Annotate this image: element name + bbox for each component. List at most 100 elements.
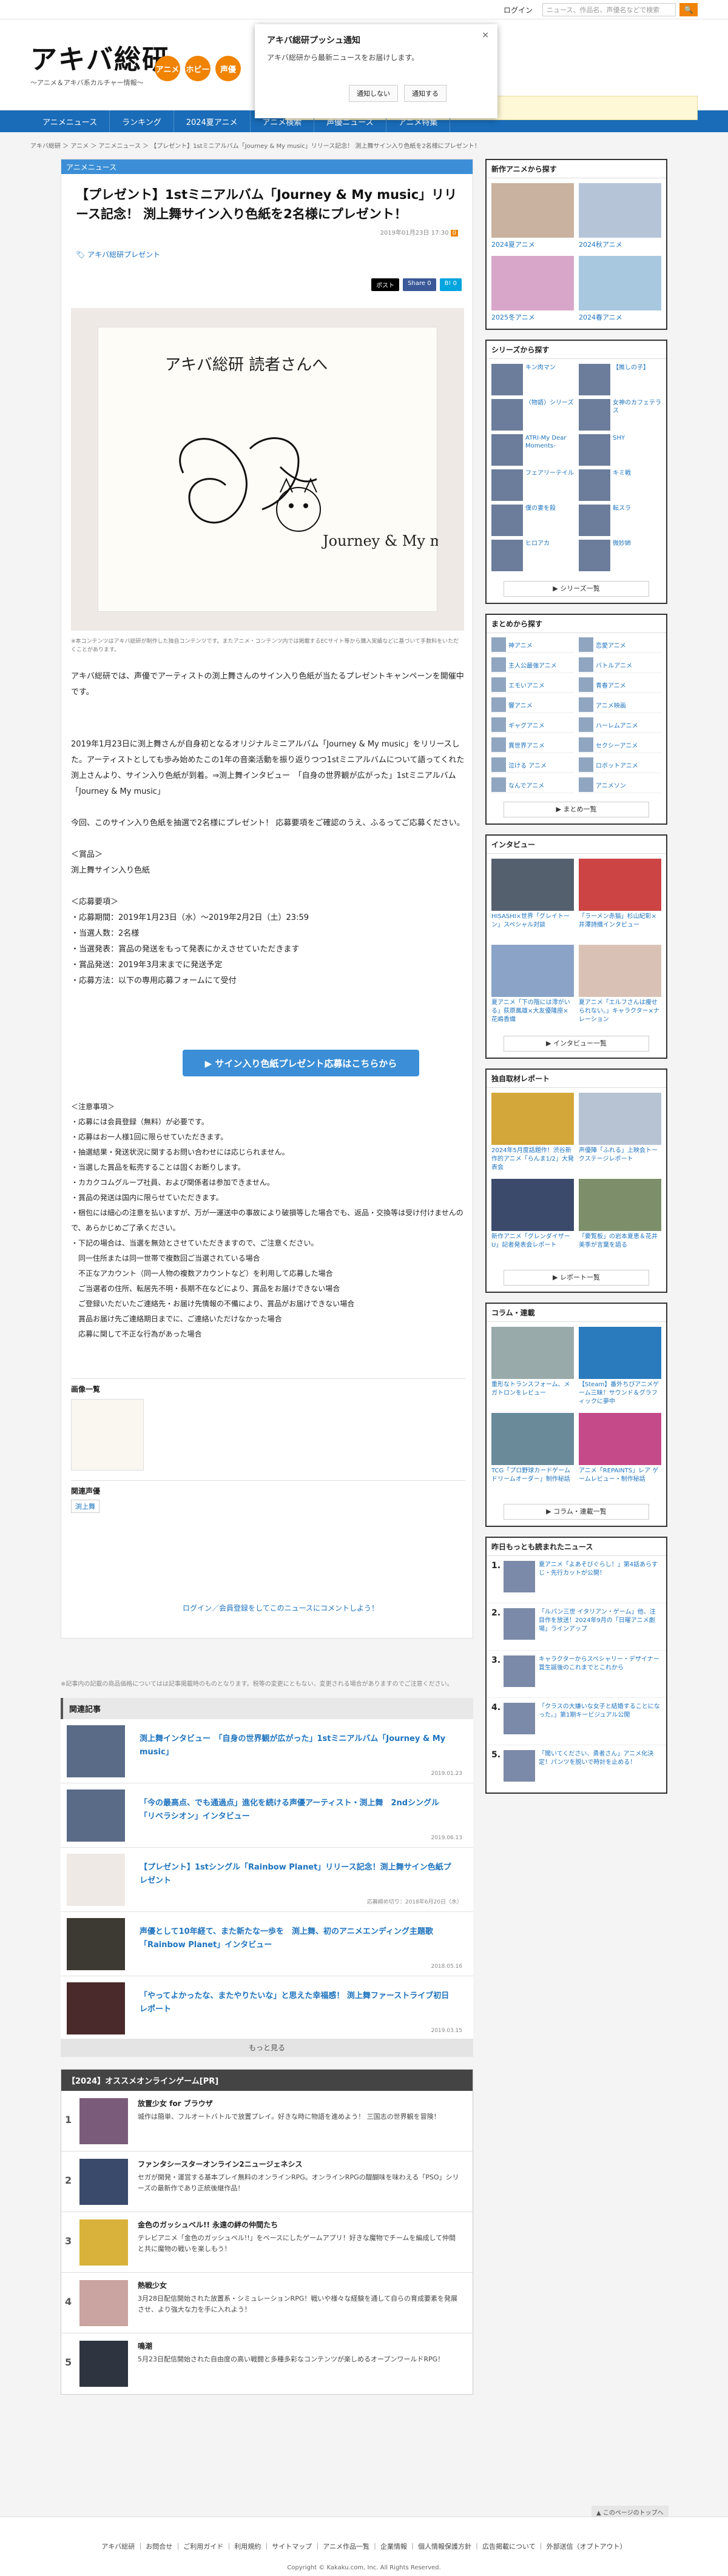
breadcrumb[interactable]: アキバ総研 ＞ アニメ ＞ アニメニュース ＞ 【プレゼント】1stミニアルバム… <box>30 132 698 155</box>
related-item[interactable]: 渕上舞インタビュー 「自身の世界観が広がった」1stミニアルバム「Journey… <box>61 1719 473 1783</box>
matome-link[interactable]: 神アニメ <box>491 637 574 653</box>
series-link[interactable]: 女神のカフェテラス <box>579 399 661 431</box>
matome-link[interactable]: 響アニメ <box>491 697 574 713</box>
ranking-item[interactable]: 3. キャラクターからスペシャリー・デザイナー賞生誕後のこれまでとこれから <box>487 1651 666 1698</box>
related-item[interactable]: 【プレゼント】1stシングル「Rainbow Planet」リリース記念！渕上舞… <box>61 1848 473 1912</box>
series-link[interactable]: キミ戦 <box>579 469 661 501</box>
series-link[interactable]: 僕の妻を殺 <box>491 505 574 536</box>
interview-link[interactable]: 「ラーメン赤猫」杉山紀彰×井澤詩織インタビュー <box>579 859 661 940</box>
season-link[interactable]: 2025冬アニメ <box>491 256 574 324</box>
article-tag[interactable]: 🏷 アキバ総研プレゼント <box>76 249 458 260</box>
interview-link[interactable]: HISASHI×世界「グレイトーン」スペシャル対談 <box>491 859 574 940</box>
allow-button[interactable]: 通知する <box>404 85 447 102</box>
related-thumbnail[interactable] <box>67 1982 125 2034</box>
related-thumbnail[interactable] <box>67 1789 125 1842</box>
game-item[interactable]: 4 熱戦少女 3月28日配信開始された放置系・シミュレーションRPG！戦いや様々な経… <box>61 2273 473 2333</box>
game-thumbnail[interactable] <box>79 2098 128 2144</box>
matome-list-button[interactable]: ▶ まとめ一覧 <box>504 802 649 817</box>
season-link[interactable]: 2024秋アニメ <box>579 183 661 251</box>
report-link[interactable]: 声優陣「ふれる」上映会トークステージレポート <box>579 1093 661 1174</box>
matome-link[interactable]: 主人公最強アニメ <box>491 657 574 673</box>
nav-anime-news[interactable]: アニメニュース <box>30 110 110 132</box>
game-thumbnail[interactable] <box>79 2159 128 2205</box>
search-button[interactable]: 🔍 <box>679 3 698 16</box>
series-list-button[interactable]: ▶ シリーズ一覧 <box>504 581 649 597</box>
game-item[interactable]: 1 放置少女 for ブラウザ 城作は簡単、フルオートバトルで放置プレイ。好きな時に… <box>61 2091 473 2152</box>
series-link[interactable]: フェアリーテイル <box>491 469 574 501</box>
game-title[interactable]: 鳴潮 <box>138 2341 152 2351</box>
close-icon[interactable]: × <box>482 30 489 40</box>
footer-links[interactable]: アキバ総研 ｜ お問合せ ｜ ご利用ガイド ｜ 利用規約 ｜ サイトマップ ｜ … <box>0 2541 728 2551</box>
series-link[interactable]: 微妙姉 <box>579 540 661 571</box>
matome-link[interactable]: ロボットアニメ <box>579 757 661 773</box>
matome-link[interactable]: アニメソン <box>579 777 661 793</box>
ranking-item[interactable]: 4. 「クラスの大嫌いな女子と結婚することになった。」第1期キービジュアル公開 <box>487 1698 666 1745</box>
related-title[interactable]: 「やってよかったな、またやりたいな」と思えた幸福感！ 渕上舞ファーストライブ初日… <box>140 1990 455 2016</box>
matome-link[interactable]: セクシーアニメ <box>579 737 661 753</box>
series-link[interactable]: ATRI-My Dear Moments- <box>491 434 574 466</box>
interview-link[interactable]: 夏アニメ「下の階には澪がいる」荻原鳳雄×大友優隆座×花嶋香織 <box>491 945 574 1026</box>
related-item[interactable]: 「今の最高点、でも通過点」進化を続ける声優アーティスト・渕上舞 2ndシングル「… <box>61 1783 473 1848</box>
matome-link[interactable]: ギャグアニメ <box>491 717 574 733</box>
matome-link[interactable]: なんでアニメ <box>491 777 574 793</box>
related-thumbnail[interactable] <box>67 1918 125 1970</box>
column-list-button[interactable]: ▶ コラム・連載一覧 <box>504 1504 649 1520</box>
game-thumbnail[interactable] <box>79 2280 128 2326</box>
category-hobby[interactable]: ホビー <box>185 56 211 81</box>
apply-button[interactable]: ▶ サイン入り色紙プレゼント応募はこちらから <box>183 1050 419 1076</box>
related-thumbnail[interactable] <box>67 1854 125 1906</box>
game-item[interactable]: 5 鳴潮 5月23日配信開始された自由度の高い戦闘と多種多彩なコンテンツが楽しめるオ… <box>61 2333 473 2394</box>
game-thumbnail[interactable] <box>79 2341 128 2387</box>
season-link[interactable]: 2024夏アニメ <box>491 183 574 251</box>
matome-link[interactable]: 青春アニメ <box>579 677 661 693</box>
comment-login-link[interactable]: ログイン／会員登録をしてこのニュースにコメントしよう！ <box>183 1603 379 1613</box>
related-thumbnail[interactable] <box>67 1725 125 1777</box>
login-link[interactable]: ログイン <box>504 5 533 15</box>
facebook-share-button[interactable]: Share 0 <box>403 278 436 291</box>
report-link[interactable]: 新作アニメ「グレンダイザーU」記者発表会レポート <box>491 1179 574 1260</box>
site-logo[interactable]: アキバ総研 〜アニメ＆アキバ系カルチャー情報〜 <box>30 38 170 87</box>
game-title[interactable]: 熱戦少女 <box>138 2280 167 2290</box>
matome-link[interactable]: 異世界アニメ <box>491 737 574 753</box>
matome-link[interactable]: 泣ける アニメ <box>491 757 574 773</box>
related-title[interactable]: 【プレゼント】1stシングル「Rainbow Planet」リリース記念！渕上舞… <box>140 1861 455 1888</box>
series-link[interactable]: SHY <box>579 434 661 466</box>
game-item[interactable]: 3 金色のガッシュベル!! 永遠の絆の仲間たち テレビアニメ「金色のガッシュベル!!… <box>61 2212 473 2273</box>
game-thumbnail[interactable] <box>79 2219 128 2266</box>
game-title[interactable]: 金色のガッシュベル!! 永遠の絆の仲間たち <box>138 2219 278 2230</box>
deny-button[interactable]: 通知しない <box>349 85 398 102</box>
matome-link[interactable]: バトルアニメ <box>579 657 661 673</box>
series-link[interactable]: 【推しの子】 <box>579 364 661 395</box>
season-link[interactable]: 2024春アニメ <box>579 256 661 324</box>
comment-icon[interactable]: 0 <box>450 230 458 236</box>
related-title[interactable]: 「今の最高点、でも通過点」進化を続ける声優アーティスト・渕上舞 2ndシングル「… <box>140 1797 455 1823</box>
report-list-button[interactable]: ▶ レポート一覧 <box>504 1270 649 1286</box>
game-title[interactable]: ファンタシースターオンライン2ニュージェネシス <box>138 2159 303 2169</box>
ranking-item[interactable]: 1. 夏アニメ「よあそびぐらし！」第4話あらすじ・先行カットが公開！ <box>487 1556 666 1603</box>
image-thumbnail[interactable] <box>71 1399 144 1471</box>
game-item[interactable]: 2 ファンタシースターオンライン2ニュージェネシス セガが開発・運営する基本プレイ無… <box>61 2152 473 2212</box>
related-title[interactable]: 声優として10年経て、また新たな一歩を 渕上舞、初のアニメエンディング主題歌「R… <box>140 1925 455 1952</box>
category-anime[interactable]: アニメ <box>155 56 180 81</box>
interview-list-button[interactable]: ▶ インタビュー一覧 <box>504 1036 649 1052</box>
report-link[interactable]: 2024年5月度話題作！渋谷新作的アニメ「らんま1/2」大発表会 <box>491 1093 574 1174</box>
more-button[interactable]: もっと見る <box>61 2039 473 2057</box>
column-link[interactable]: 重形なトランスフォーム、メガトロンをレビュー <box>491 1327 574 1408</box>
series-link[interactable]: 〈物語〉シリーズ <box>491 399 574 431</box>
series-link[interactable]: ヒロアカ <box>491 540 574 571</box>
series-link[interactable]: 転スラ <box>579 505 661 536</box>
ranking-item[interactable]: 5. 「聞いてください、勇者さん」アニメ化決定！パンツを脱いで時計を止める！ <box>487 1745 666 1793</box>
column-link[interactable]: TCG「プロ野球カードゲーム ドリームオーダー」制作秘話 <box>491 1413 574 1494</box>
column-link[interactable]: 【Steam】番外ちびアニメゲーム三昧！サウンド＆グラフィックに夢中 <box>579 1327 661 1408</box>
ranking-item[interactable]: 2. 「ルパン三世 イタリアン・ゲーム」他、注目作を放送！2024年9月の「日曜ア… <box>487 1603 666 1651</box>
column-link[interactable]: アニメ「REPAINTS」レア ゲームレビュー・制作秘話 <box>579 1413 661 1494</box>
related-item[interactable]: 「やってよかったな、またやりたいな」と思えた幸福感！ 渕上舞ファーストライブ初日… <box>61 1976 473 2041</box>
x-post-button[interactable]: ポスト <box>371 278 400 291</box>
matome-link[interactable]: 恋愛アニメ <box>579 637 661 653</box>
related-item[interactable]: 声優として10年経て、また新たな一歩を 渕上舞、初のアニメエンディング主題歌「R… <box>61 1912 473 1976</box>
matome-link[interactable]: アニメ映画 <box>579 697 661 713</box>
article-main-image[interactable]: アキバ総研 読者さんへ Journey & My music <box>71 308 473 631</box>
series-link[interactable]: キン肉マン <box>491 364 574 395</box>
category-voice[interactable]: 声優 <box>215 56 241 81</box>
nav-2024-summer[interactable]: 2024夏アニメ <box>174 110 251 132</box>
